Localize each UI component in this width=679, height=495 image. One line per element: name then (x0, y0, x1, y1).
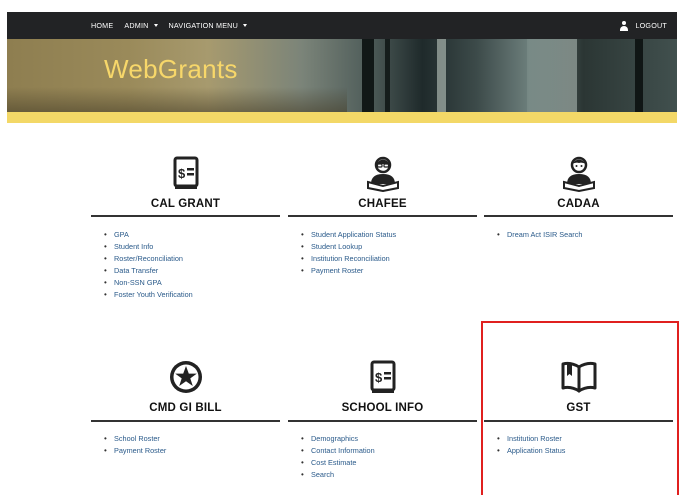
list-item[interactable]: GPA (104, 229, 193, 241)
tile-link-list: GPA Student Info Roster/Reconciliation D… (104, 229, 193, 301)
caret-down-icon (153, 24, 158, 27)
tile-link-list: Student Application Status Student Looku… (301, 229, 396, 277)
tile-title: CHAFEE (358, 198, 407, 210)
nav-left-group: HOME ADMIN NAVIGATION MENU (91, 12, 247, 39)
tile-divider (91, 420, 280, 422)
list-item[interactable]: School Roster (104, 433, 166, 445)
nav-home-label: HOME (91, 21, 114, 30)
tile-title: CAL GRANT (150, 198, 221, 210)
list-item[interactable]: Student Info (104, 241, 193, 253)
tile-link-list: Demographics Contact Information Cost Es… (301, 433, 375, 481)
student-reading-icon (484, 156, 673, 192)
open-book-icon (484, 360, 673, 394)
list-item[interactable]: Non-SSN GPA (104, 277, 193, 289)
dollar-document-icon: $ (288, 360, 477, 394)
tile-link-list: Dream Act ISIR Search (497, 229, 582, 241)
tile-link-list: School Roster Payment Roster (104, 433, 166, 457)
list-item[interactable]: Demographics (301, 433, 375, 445)
nav-navigation-menu-dropdown[interactable]: NAVIGATION MENU (169, 21, 247, 30)
student-reading-icon (288, 156, 477, 192)
list-item[interactable]: Student Lookup (301, 241, 396, 253)
list-item[interactable]: Contact Information (301, 445, 375, 457)
logout-label: LOGOUT (635, 21, 667, 30)
tile-title: SCHOOL INFO (341, 402, 424, 414)
caret-down-icon (242, 24, 247, 27)
accent-bar (7, 112, 677, 123)
list-item[interactable]: Student Application Status (301, 229, 396, 241)
header-banner: WebGrants (7, 39, 677, 112)
page: HOME ADMIN NAVIGATION MENU LOGOUT WebGra… (0, 0, 679, 495)
list-item[interactable]: Roster/Reconciliation (104, 253, 193, 265)
list-item[interactable]: Dream Act ISIR Search (497, 229, 582, 241)
tile-divider (91, 215, 280, 217)
dollar-document-icon: $ (91, 156, 280, 190)
nav-navigation-menu-label: NAVIGATION MENU (168, 21, 238, 30)
list-item[interactable]: Data Transfer (104, 265, 193, 277)
list-item[interactable]: Cost Estimate (301, 457, 375, 469)
tile-divider (288, 420, 477, 422)
nav-admin-label: ADMIN (124, 21, 149, 30)
nav-admin-dropdown[interactable]: ADMIN (124, 21, 158, 30)
list-item[interactable]: Application Status (497, 445, 565, 457)
tile-divider (484, 215, 673, 217)
tile-divider (484, 420, 673, 422)
list-item[interactable]: Institution Roster (497, 433, 565, 445)
tile-title: GST (566, 402, 591, 414)
list-item[interactable]: Foster Youth Verification (104, 289, 193, 301)
tile-title: CADAA (557, 198, 600, 210)
svg-text:$: $ (375, 370, 383, 385)
user-icon (619, 20, 628, 31)
star-medal-icon (91, 359, 280, 393)
svg-text:$: $ (178, 166, 186, 181)
list-item[interactable]: Payment Roster (301, 265, 396, 277)
top-navbar: HOME ADMIN NAVIGATION MENU LOGOUT (7, 12, 677, 39)
nav-home-link[interactable]: HOME (91, 21, 113, 30)
logout-link[interactable]: LOGOUT (619, 12, 667, 39)
tile-title: CMD GI BILL (149, 402, 222, 414)
site-title: WebGrants (104, 54, 238, 84)
list-item[interactable]: Payment Roster (104, 445, 166, 457)
tile-link-list: Institution Roster Application Status (497, 433, 565, 457)
list-item[interactable]: Institution Reconciliation (301, 253, 396, 265)
list-item[interactable]: Search (301, 469, 375, 481)
tile-divider (288, 215, 477, 217)
